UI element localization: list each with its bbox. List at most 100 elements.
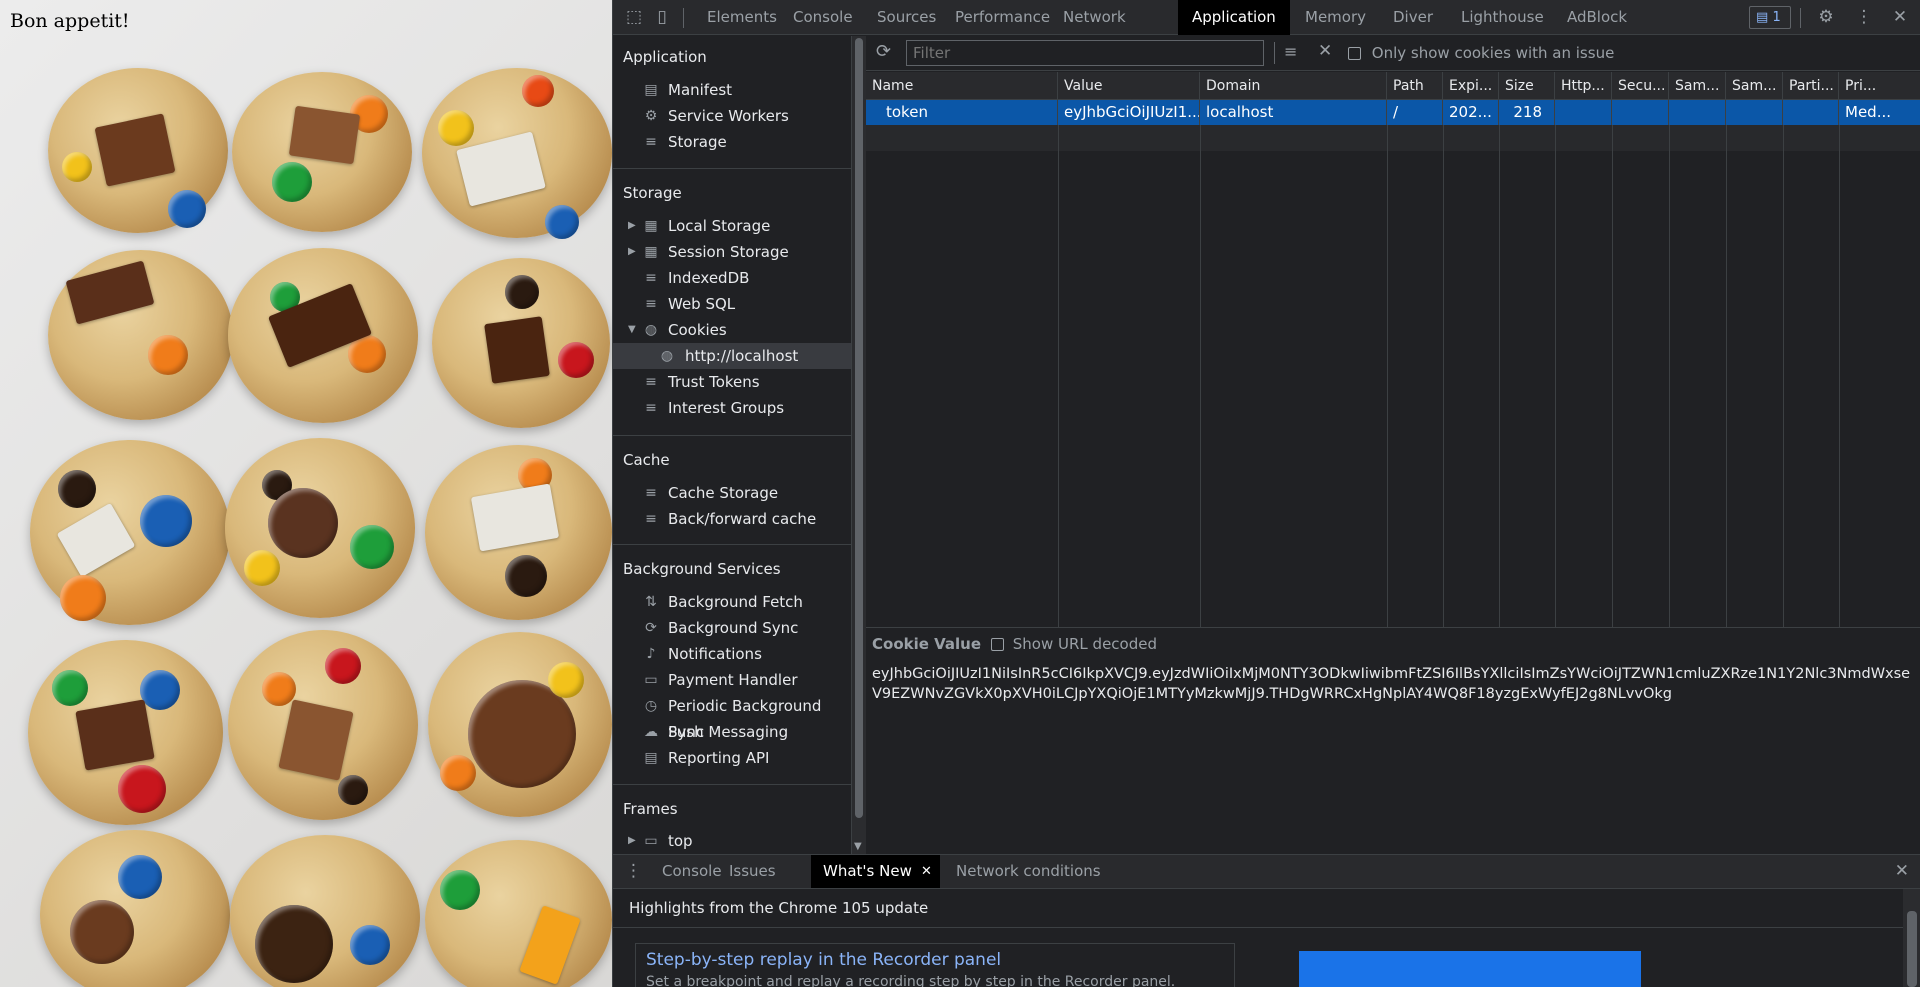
col-header-domain[interactable]: Domain <box>1200 72 1387 100</box>
document-icon: ▤ <box>644 750 658 766</box>
sync-icon: ⟳ <box>645 620 657 636</box>
tab-sources[interactable]: Sources <box>863 0 950 35</box>
col-header-samesite[interactable]: Sam... <box>1669 72 1726 100</box>
cell-priority[interactable]: Med... <box>1839 100 1920 125</box>
cell-domain[interactable]: localhost <box>1200 100 1387 125</box>
tab-memory[interactable]: Memory <box>1291 0 1380 35</box>
sidebar-item-manifest[interactable]: ▤ Manifest <box>613 77 851 103</box>
drawer-scrollbar[interactable] <box>1903 889 1920 987</box>
cell-samesite[interactable] <box>1669 100 1726 125</box>
only-issues-toggle[interactable]: Only show cookies with an issue <box>1348 44 1614 62</box>
col-header-secure[interactable]: Secu... <box>1612 72 1669 100</box>
sidebar-item-notifications[interactable]: ♪ Notifications <box>613 641 851 667</box>
expand-icon[interactable]: ▶ <box>628 213 636 239</box>
cell-httponly[interactable] <box>1555 100 1612 125</box>
col-header-httponly[interactable]: Http... <box>1555 72 1612 100</box>
sidebar-item-reporting-api[interactable]: ▤ Reporting API <box>613 745 851 771</box>
device-toolbar-icon[interactable]: ▯ <box>651 6 673 28</box>
sidebar-item-cache-storage[interactable]: ≡ Cache Storage <box>613 480 851 506</box>
expand-icon[interactable]: ▶ <box>628 828 636 854</box>
drawer-menu-icon[interactable]: ⋮ <box>625 855 642 888</box>
scroll-down-icon[interactable]: ▼ <box>854 841 862 852</box>
database-icon: ≡ <box>645 511 657 527</box>
filter-input[interactable] <box>906 40 1264 66</box>
show-url-decoded-checkbox[interactable] <box>991 638 1004 651</box>
tab-network[interactable]: Network <box>1049 0 1140 35</box>
drawer-tab-network-conditions[interactable]: Network conditions <box>944 855 1113 888</box>
database-icon: ≡ <box>645 134 657 150</box>
gear-icon[interactable]: ⚙ <box>1815 6 1837 28</box>
cell-sameparty[interactable] <box>1726 100 1783 125</box>
sidebar-item-back-forward-cache[interactable]: ≡ Back/forward cache <box>613 506 851 532</box>
clock-icon: ◷ <box>644 698 658 714</box>
expand-icon[interactable]: ▶ <box>628 239 636 265</box>
sidebar-item-storage[interactable]: ≡ Storage <box>613 129 851 155</box>
sidebar-item-background-fetch[interactable]: ⇅ Background Fetch <box>613 589 851 615</box>
document-icon: ▤ <box>644 82 658 98</box>
feature-card[interactable]: Step-by-step replay in the Recorder pane… <box>635 943 1235 987</box>
sidebar-scrollbar[interactable]: ▼ <box>852 36 866 854</box>
section-storage: Storage <box>623 184 682 202</box>
sidebar-item-payment-handler[interactable]: ▭ Payment Handler <box>613 667 851 693</box>
sidebar-item-indexeddb[interactable]: ≡ IndexedDB <box>613 265 851 291</box>
scrollbar-thumb[interactable] <box>855 38 863 818</box>
close-drawer-icon[interactable]: ✕ <box>1895 855 1909 888</box>
sidebar-item-periodic-background-sync[interactable]: ◷ Periodic Background Sync <box>613 693 851 741</box>
sidebar-item-session-storage[interactable]: ▶ ▦ Session Storage <box>613 239 851 265</box>
sidebar-item-local-storage[interactable]: ▶ ▦ Local Storage <box>613 213 851 239</box>
only-issues-checkbox[interactable] <box>1348 47 1361 60</box>
drawer-tab-whats-new[interactable]: What's New ✕ <box>811 855 940 888</box>
refresh-icon[interactable]: ⟳ <box>876 42 896 62</box>
cell-secure[interactable] <box>1612 100 1669 125</box>
tab-lighthouse[interactable]: Lighthouse <box>1447 0 1558 35</box>
close-tab-icon[interactable]: ✕ <box>921 855 932 888</box>
tab-elements[interactable]: Elements <box>693 0 791 35</box>
tab-diver[interactable]: Diver <box>1379 0 1447 35</box>
issues-badge[interactable]: ▤ 1 <box>1749 6 1791 29</box>
sidebar-item-push-messaging[interactable]: ☁ Push Messaging <box>613 719 851 745</box>
clear-filtered-icon[interactable]: ≡ <box>1284 42 1297 61</box>
drawer-tab-issues[interactable]: Issues <box>717 855 788 888</box>
page-heading: Bon appetit! <box>10 10 130 32</box>
application-sidebar: Application ▤ Manifest ⚙ Service Workers ≡… <box>613 36 852 854</box>
close-icon[interactable]: ✕ <box>1889 6 1911 28</box>
sidebar-item-frame-top[interactable]: ▶ ▭ top <box>613 828 851 854</box>
sidebar-item-cookies[interactable]: ▼ ◍ Cookies <box>613 317 851 343</box>
sidebar-item-service-workers[interactable]: ⚙ Service Workers <box>613 103 851 129</box>
section-background-services: Background Services <box>623 560 781 578</box>
section-frames: Frames <box>623 800 678 818</box>
col-header-path[interactable]: Path <box>1387 72 1443 100</box>
feature-card-title[interactable]: Step-by-step replay in the Recorder pane… <box>646 950 1001 970</box>
sidebar-item-web-sql[interactable]: ≡ Web SQL <box>613 291 851 317</box>
col-header-size[interactable]: Size <box>1499 72 1555 100</box>
col-header-expires[interactable]: Expi... <box>1443 72 1499 100</box>
tab-performance[interactable]: Performance <box>941 0 1064 35</box>
tab-application[interactable]: Application <box>1178 0 1290 35</box>
cell-partition[interactable] <box>1783 100 1839 125</box>
cell-expires[interactable]: 202... <box>1443 100 1499 125</box>
col-header-value[interactable]: Value <box>1058 72 1200 100</box>
sidebar-item-background-sync[interactable]: ⟳ Background Sync <box>613 615 851 641</box>
cookie-value-text[interactable]: eyJhbGciOiJIUzI1NiIsInR5cCI6IkpXVCJ9.eyJ… <box>872 664 1917 704</box>
delete-all-icon[interactable]: ✕ <box>1318 41 1332 61</box>
collapse-icon[interactable]: ▼ <box>628 317 636 343</box>
cookie-icon: ◍ <box>644 322 658 338</box>
show-url-decoded-toggle[interactable]: Show URL decoded <box>991 635 1157 653</box>
col-header-sameparty[interactable]: Sam... <box>1726 72 1783 100</box>
col-header-name[interactable]: Name <box>866 72 1058 100</box>
col-header-priority[interactable]: Pri... <box>1839 72 1920 100</box>
tab-adblock[interactable]: AdBlock <box>1553 0 1641 35</box>
inspect-cursor-icon[interactable]: ⬚ <box>623 6 645 28</box>
sidebar-item-interest-groups[interactable]: ≡ Interest Groups <box>613 395 851 421</box>
cookie-value-header: Cookie Value Show URL decoded <box>866 629 1920 659</box>
kebab-menu-icon[interactable]: ⋮ <box>1853 6 1875 28</box>
cell-value[interactable]: eyJhbGciOiJIUzI1... <box>1058 100 1200 125</box>
cell-size[interactable]: 218 <box>1499 100 1555 125</box>
sidebar-item-cookies-localhost[interactable]: ◍ http://localhost <box>613 343 851 369</box>
sidebar-item-trust-tokens[interactable]: ≡ Trust Tokens <box>613 369 851 395</box>
section-application: Application <box>623 48 707 66</box>
tab-console[interactable]: Console <box>779 0 867 35</box>
cell-name[interactable]: token <box>866 100 1058 125</box>
cell-path[interactable]: / <box>1387 100 1443 125</box>
col-header-partition[interactable]: Parti... <box>1783 72 1839 100</box>
